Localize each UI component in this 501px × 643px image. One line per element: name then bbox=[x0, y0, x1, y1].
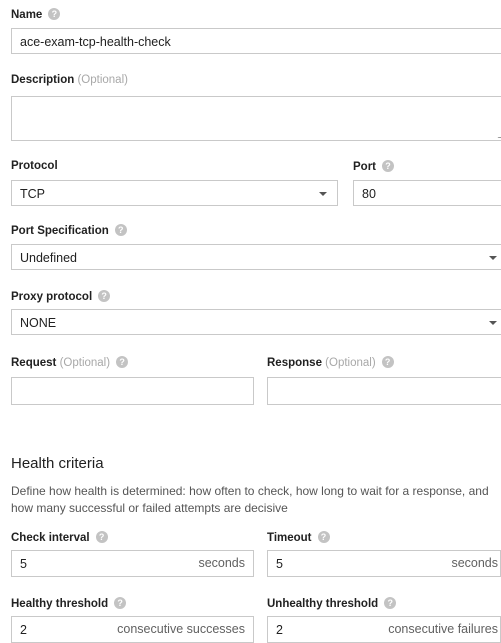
check-interval-value: 5 bbox=[20, 557, 27, 571]
help-icon[interactable]: ? bbox=[116, 356, 128, 368]
response-input[interactable] bbox=[267, 377, 501, 405]
timeout-unit: seconds bbox=[451, 556, 498, 570]
check-interval-unit: seconds bbox=[198, 556, 245, 570]
unhealthy-threshold-unit: consecutive failures bbox=[388, 622, 498, 636]
help-icon[interactable]: ? bbox=[382, 356, 394, 368]
proxy-protocol-label: Proxy protocol? bbox=[11, 290, 110, 303]
help-icon[interactable]: ? bbox=[96, 531, 108, 543]
description-textarea[interactable] bbox=[11, 96, 501, 141]
dropdown-arrow-icon bbox=[489, 256, 497, 260]
check-interval-label: Check interval? bbox=[11, 531, 108, 544]
port-label: Port? bbox=[353, 160, 394, 173]
health-criteria-title: Health criteria bbox=[11, 455, 104, 472]
timeout-input[interactable]: 5 seconds bbox=[267, 550, 501, 577]
port-specification-label: Port Specification? bbox=[11, 224, 127, 237]
timeout-value: 5 bbox=[276, 557, 283, 571]
unhealthy-threshold-value: 2 bbox=[276, 623, 283, 637]
check-interval-input[interactable]: 5 seconds bbox=[11, 550, 254, 577]
help-icon[interactable]: ? bbox=[48, 8, 60, 20]
protocol-select[interactable]: TCP bbox=[11, 180, 338, 206]
protocol-value: TCP bbox=[20, 187, 45, 201]
health-criteria-description: Define how health is determined: how oft… bbox=[11, 483, 493, 517]
healthy-threshold-input[interactable]: 2 consecutive successes bbox=[11, 616, 254, 643]
healthy-threshold-unit: consecutive successes bbox=[117, 622, 245, 636]
resize-handle-icon[interactable] bbox=[498, 131, 501, 138]
port-value: 80 bbox=[362, 187, 376, 201]
response-label: Response (Optional)? bbox=[267, 356, 394, 369]
port-specification-select[interactable]: Undefined bbox=[11, 244, 501, 270]
response-optional: (Optional) bbox=[325, 357, 376, 369]
help-icon[interactable]: ? bbox=[384, 597, 396, 609]
description-optional: (Optional) bbox=[77, 74, 128, 86]
help-icon[interactable]: ? bbox=[98, 290, 110, 302]
name-value: ace-exam-tcp-health-check bbox=[20, 35, 171, 49]
protocol-label: Protocol bbox=[11, 160, 58, 172]
help-icon[interactable]: ? bbox=[318, 531, 330, 543]
port-specification-value: Undefined bbox=[20, 251, 77, 265]
healthy-threshold-label: Healthy threshold? bbox=[11, 597, 126, 610]
timeout-label: Timeout? bbox=[267, 531, 330, 544]
request-optional: (Optional) bbox=[60, 357, 111, 369]
unhealthy-threshold-input[interactable]: 2 consecutive failures bbox=[267, 616, 501, 643]
name-label: Name? bbox=[11, 8, 60, 21]
help-icon[interactable]: ? bbox=[114, 597, 126, 609]
help-icon[interactable]: ? bbox=[382, 160, 394, 172]
healthy-threshold-value: 2 bbox=[20, 623, 27, 637]
port-input[interactable]: 80 bbox=[353, 180, 501, 206]
proxy-protocol-value: NONE bbox=[20, 316, 56, 330]
request-label: Request (Optional)? bbox=[11, 356, 128, 369]
description-label: Description (Optional) bbox=[11, 74, 128, 86]
dropdown-arrow-icon bbox=[489, 321, 497, 325]
request-input[interactable] bbox=[11, 377, 254, 405]
help-icon[interactable]: ? bbox=[115, 224, 127, 236]
unhealthy-threshold-label: Unhealthy threshold? bbox=[267, 597, 396, 610]
name-input[interactable]: ace-exam-tcp-health-check bbox=[11, 28, 501, 54]
proxy-protocol-select[interactable]: NONE bbox=[11, 309, 501, 335]
dropdown-arrow-icon bbox=[319, 192, 327, 196]
